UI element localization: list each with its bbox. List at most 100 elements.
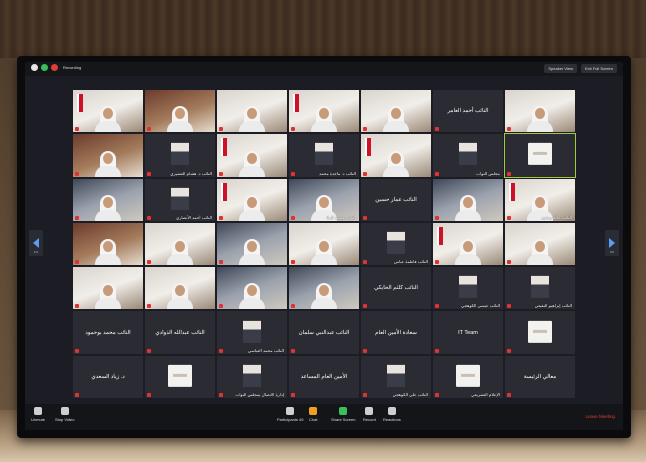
participant-tile[interactable] [433,222,503,266]
participant-tile[interactable] [145,355,215,398]
participant-tile[interactable]: النائب محمد بوحمود [73,311,143,354]
participant-tile[interactable] [505,90,575,133]
participant-tile[interactable]: النائب عمار حسين [361,178,431,221]
share-screen-label: Share Screen [331,417,356,422]
profile-photo [531,276,549,299]
participant-tile[interactable]: مجلس النواب [433,134,503,177]
participant-video [167,239,193,266]
participant-video [239,150,265,177]
participant-name: النائب د. هشام العشيري [170,170,212,176]
participant-tile[interactable] [217,134,287,177]
participant-tile[interactable]: IT Team [433,311,503,354]
participant-video [95,150,121,177]
participant-tile[interactable] [145,222,215,266]
participant-tile[interactable]: النائب د. ماجدة محمد [289,134,359,177]
leave-meeting-button[interactable]: Leave Meeting [585,414,615,419]
participants-button[interactable]: Participants 49 [277,407,303,422]
next-page-button[interactable]: 2/2 [605,230,619,256]
page-indicator-left: 1/2 [33,250,39,254]
previous-page-button[interactable]: 1/2 [29,230,43,256]
participant-video [311,239,337,266]
participant-video [239,106,265,133]
participant-tile[interactable]: سعادة الأمين العام [361,311,431,354]
participant-tile[interactable] [145,90,215,133]
muted-mic-icon [147,392,151,397]
participant-video [239,283,265,310]
muted-mic-icon [507,348,511,353]
profile-photo [387,364,405,387]
participant-tile[interactable]: النائب عيسى الكوهجي [433,267,503,310]
participant-tile[interactable]: الأمين العام المساعد [289,355,359,398]
muted-mic-icon [507,260,511,265]
participant-name: النائب محمد بوحمود [85,329,131,336]
info-icon[interactable] [31,64,38,71]
participant-tile[interactable]: الإعلام التشريعي [433,355,503,398]
reactions-button[interactable]: Reactions [383,407,401,422]
participant-tile[interactable] [361,90,431,133]
participant-tile[interactable] [217,178,287,221]
participant-tile[interactable] [289,267,359,310]
shield-icon[interactable] [41,64,48,71]
muted-mic-icon [219,215,223,220]
participant-tile[interactable] [504,133,576,178]
participant-tile[interactable]: النائب أحمد الأنصاري [145,178,215,221]
television-frame: Recording Speaker View Exit Full Screen … [17,56,631,438]
stop-video-button[interactable]: Stop Video [55,407,75,422]
participant-tile[interactable] [433,178,503,221]
muted-mic-icon [75,215,79,220]
top-bar: Recording Speaker View Exit Full Screen [25,62,623,76]
participant-tile[interactable]: النائب عبدالنبي سلمان [289,311,359,354]
participant-tile[interactable]: النائب محمد العباسي [217,311,287,354]
participant-tile[interactable] [289,222,359,266]
video-camera-icon [60,407,69,415]
share-screen-button[interactable]: Share Screen [331,407,355,422]
participant-tile[interactable]: النائب كلثم الحايكي [361,267,431,310]
participant-tile[interactable]: النائب خالد بوعنق [505,178,575,221]
participant-tile[interactable] [73,134,143,177]
participant-video [311,106,337,133]
participant-tile[interactable] [505,222,575,266]
speaker-view-button[interactable]: Speaker View [544,64,577,73]
participant-tile[interactable]: د. زياد السعدي [73,355,143,398]
participant-tile[interactable]: النائب أحمد العامر [433,90,503,133]
muted-mic-icon [507,215,511,220]
participant-name: د. زياد السعدي [91,373,125,380]
unmute-button[interactable]: Unmute [31,407,45,422]
smiley-icon [387,407,396,415]
participant-video [95,194,121,221]
profile-photo [171,143,189,166]
participant-tile[interactable]: معالي الرئيسة [505,355,575,398]
participant-tile[interactable] [73,90,143,133]
participant-video [383,150,409,177]
chevron-left-icon [33,238,39,248]
muted-mic-icon [147,260,151,265]
participant-tile[interactable] [73,222,143,266]
participant-tile[interactable] [145,267,215,310]
participant-tile[interactable]: النائب عبدالله الذوادي [145,311,215,354]
participant-tile[interactable] [505,311,575,354]
participant-tile[interactable] [217,267,287,310]
participant-tile[interactable] [217,90,287,133]
muted-mic-icon [75,392,79,397]
record-button[interactable]: Record [363,407,376,422]
participant-tile[interactable] [289,90,359,133]
participant-tile[interactable] [73,267,143,310]
muted-mic-icon [75,304,79,309]
participant-name: IT Team [458,329,478,336]
participant-tile[interactable]: النائب إبراهيم النفيعي [505,267,575,310]
participant-tile[interactable]: إدارة الاتصال بمجلس النواب [217,355,287,398]
participant-tile[interactable]: النائب علي الكوهجي [361,355,431,398]
participant-name: معالي الرئيسة [523,373,557,380]
participant-tile[interactable]: النائب محمد الملا [289,178,359,221]
participant-tile[interactable] [361,134,431,177]
muted-mic-icon [291,215,295,220]
participant-tile[interactable]: النائب د. هشام العشيري [145,134,215,177]
participant-tile[interactable] [217,222,287,266]
chat-button[interactable]: Chat [309,407,317,422]
participant-tile[interactable]: النائب فاطمة عباس [361,222,431,266]
participant-tile[interactable] [73,178,143,221]
muted-mic-icon [75,348,79,353]
muted-mic-icon [75,260,79,265]
exit-full-screen-button[interactable]: Exit Full Screen [580,64,617,73]
participant-name: النائب محمد الملا [326,214,356,220]
